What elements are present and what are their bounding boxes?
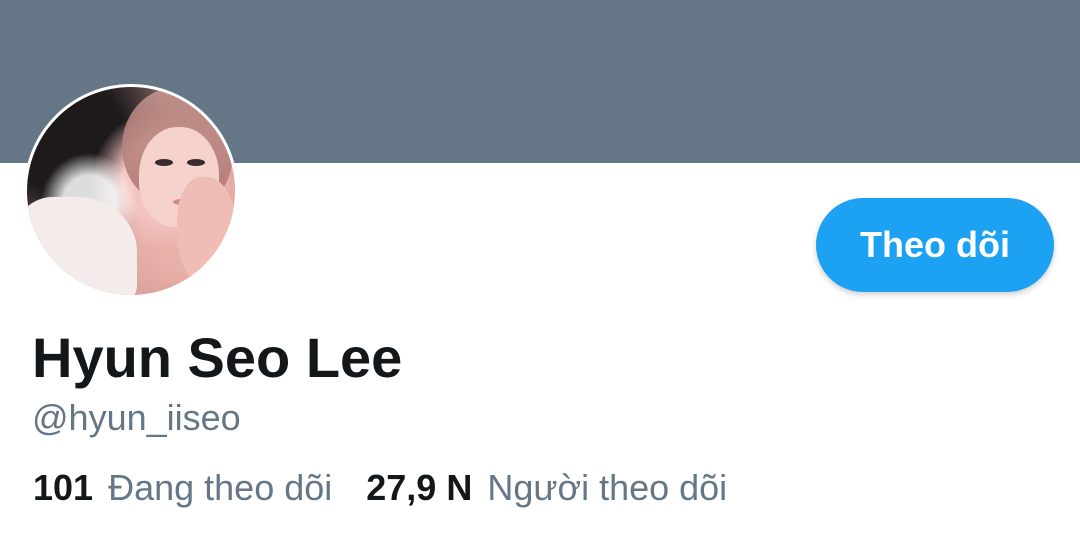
followers-count: 27,9 N <box>366 467 473 508</box>
avatar[interactable] <box>24 84 238 298</box>
following-count: 101 <box>33 467 94 508</box>
profile-handle: @hyun_iiseo <box>32 397 241 438</box>
profile-stats: 101 Đang theo dõi 27,9 N Người theo dõi <box>33 464 761 512</box>
profile-photo <box>27 87 235 295</box>
followers-stat[interactable]: 27,9 N Người theo dõi <box>366 464 727 512</box>
following-stat[interactable]: 101 Đang theo dõi <box>33 464 332 512</box>
profile-name: Hyun Seo Lee <box>32 326 403 389</box>
following-label: Đang theo dõi <box>108 467 333 508</box>
followers-label: Người theo dõi <box>487 467 728 508</box>
follow-button[interactable]: Theo dõi <box>816 198 1054 292</box>
